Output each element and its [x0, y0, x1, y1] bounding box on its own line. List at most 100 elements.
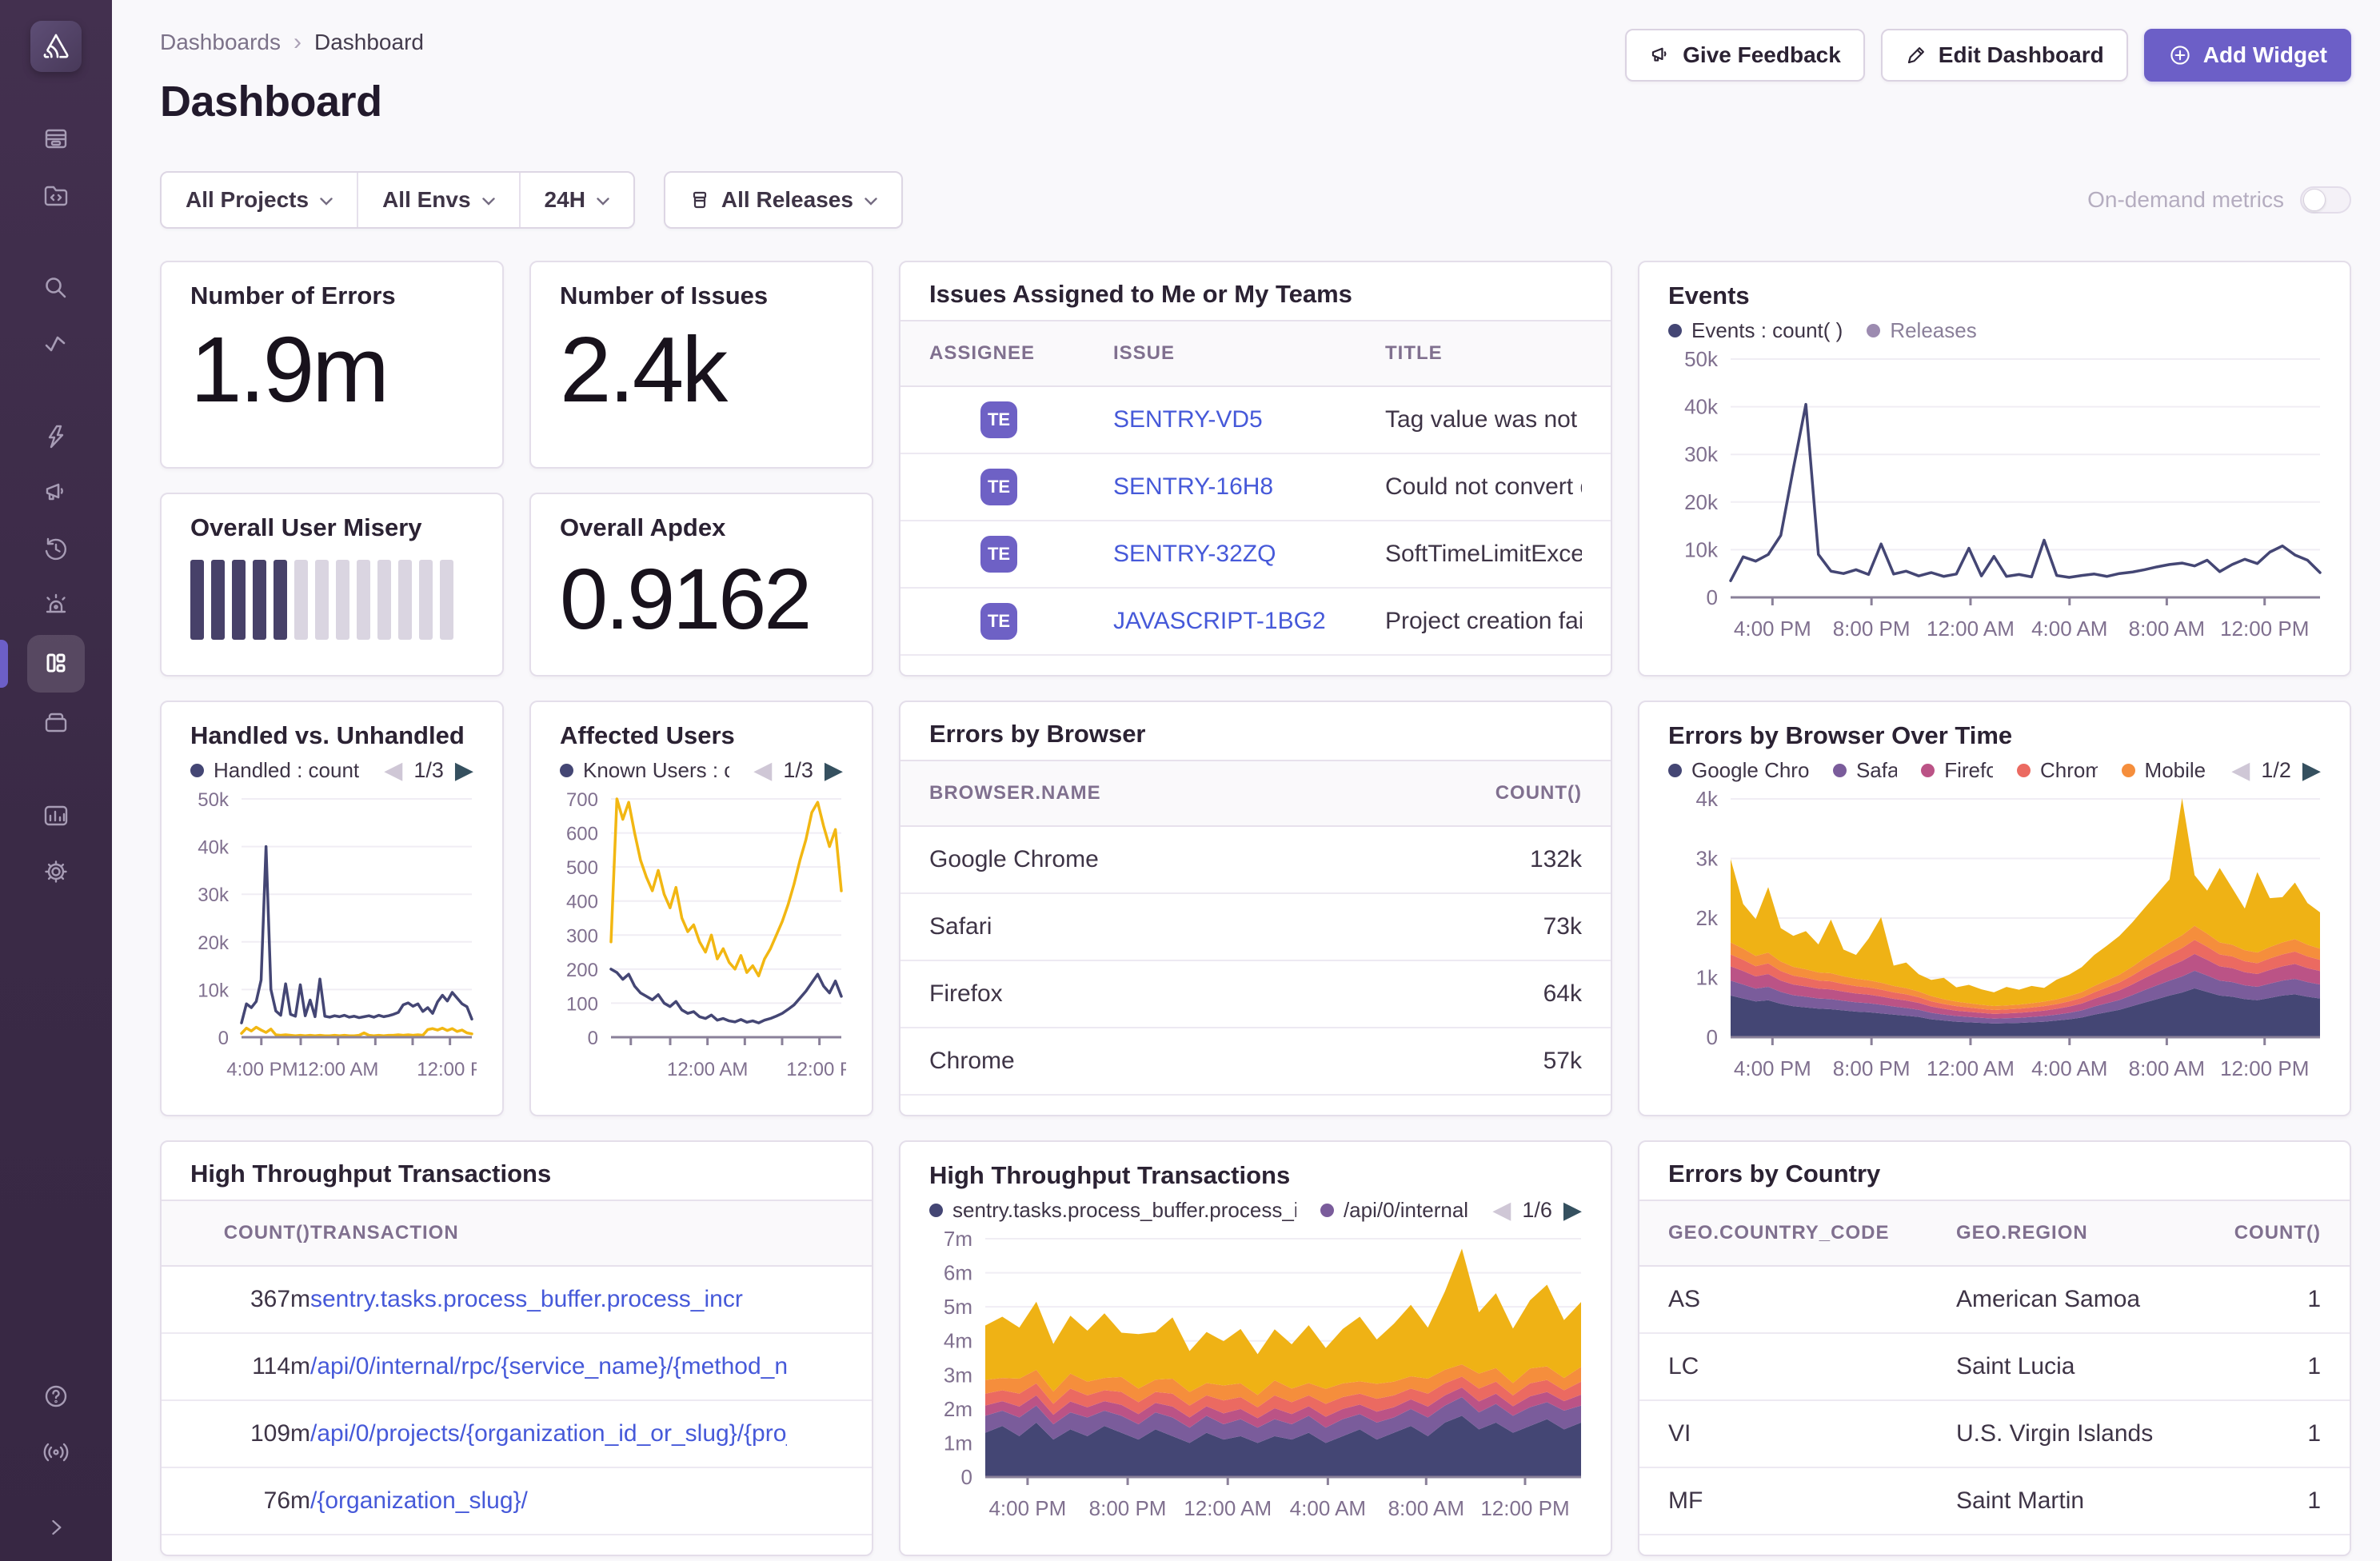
legend-next-arrow[interactable]: ▶ — [455, 758, 473, 783]
table-row[interactable]: Google Chrome 132k — [900, 827, 1611, 894]
edit-dashboard-button[interactable]: Edit Dashboard — [1880, 29, 2128, 82]
legend-prev-arrow[interactable]: ◀ — [1492, 1198, 1511, 1223]
widget-errors-by-country[interactable]: Errors by Country GEO.COUNTRY_CODE GEO.RE… — [1638, 1140, 2351, 1556]
widget-errors-by-browser[interactable]: Errors by Browser BROWSER.NAME COUNT() Goo… — [899, 701, 1612, 1116]
sidebar-item-issues[interactable] — [27, 114, 85, 165]
legend-item[interactable]: Google Chrome — [1668, 758, 1809, 783]
table-row[interactable]: Mobile Safari33k — [900, 1096, 1611, 1115]
table-link[interactable]: SENTRY-16H8 — [1113, 473, 1273, 500]
legend-item[interactable]: Handled : count( ) — [190, 758, 360, 783]
on-demand-metrics-toggle[interactable] — [2300, 186, 2351, 214]
widget-apdex[interactable]: Overall Apdex 0.9162 — [529, 493, 873, 677]
legend-prev-arrow[interactable]: ◀ — [753, 758, 772, 783]
column-header[interactable]: COUNT() — [2193, 1222, 2321, 1244]
sidebar-item-performance[interactable] — [27, 318, 85, 369]
widget-issues-assigned[interactable]: Issues Assigned to Me or My Teams ASSIGN… — [899, 261, 1612, 677]
legend-prev-arrow[interactable]: ◀ — [384, 758, 402, 783]
lightning-icon — [48, 425, 64, 449]
table-link[interactable]: sentry.tasks.process_buffer.process_incr — [310, 1286, 743, 1312]
legend-item[interactable]: Known Users : cour — [560, 758, 729, 783]
widget-high-throughput-table[interactable]: High Throughput Transactions COUNT() TRAN… — [160, 1140, 873, 1556]
widget-handled-vs-unhandled[interactable]: Handled vs. Unhandled Handled : count( )… — [160, 701, 504, 1116]
column-header[interactable]: GEO.REGION — [1956, 1222, 2193, 1244]
release-filter[interactable]: All Releases — [663, 171, 903, 229]
legend-item[interactable]: /api/0/internal/r — [1320, 1198, 1468, 1223]
widget-events[interactable]: Events Events : count( ) Releases 0 10k 20k… — [1638, 261, 2351, 677]
column-header[interactable]: BROWSER.NAME — [929, 782, 1422, 804]
sidebar-item-dashboards[interactable] — [0, 635, 85, 693]
sidebar-item-broadcasts[interactable] — [27, 1427, 85, 1478]
table-row[interactable]: 76m/{organization_slug}/ — [162, 1468, 872, 1535]
sentry-logo[interactable] — [30, 21, 82, 72]
sidebar-item-feedback[interactable] — [27, 467, 85, 518]
table-row[interactable]: MF Saint Martin 1 — [1639, 1468, 2350, 1535]
legend-prev-arrow[interactable]: ◀ — [2231, 758, 2250, 783]
table-row[interactable]: TE SENTRY-16H8 Could not convert query — [900, 454, 1611, 521]
widget-errors-by-browser-over-time[interactable]: Errors by Browser Over Time Google Chrom… — [1638, 701, 2351, 1116]
breadcrumb-dashboards[interactable]: Dashboards — [160, 30, 281, 55]
table-row[interactable]: Firefox 64k — [900, 961, 1611, 1028]
assignee-avatar[interactable]: TE — [980, 536, 1017, 573]
sidebar-item-releases[interactable] — [27, 697, 85, 749]
column-header[interactable]: ASSIGNEE — [929, 342, 1113, 365]
sidebar-item-projects[interactable] — [27, 170, 85, 221]
table-row[interactable]: Safari 73k — [900, 894, 1611, 961]
table-link[interactable]: SENTRY-VD5 — [1113, 406, 1263, 433]
table-row[interactable]: TE SENTRY-32ZQ SoftTimeLimitExceeded — [900, 521, 1611, 589]
table-row[interactable]: 109m/api/0/projects/{organization_id_or_… — [162, 1401, 872, 1468]
legend-next-arrow[interactable]: ▶ — [2302, 758, 2321, 783]
assignee-avatar[interactable]: TE — [980, 469, 1017, 505]
table-link[interactable]: /api/0/internal/rpc/{service_name}/{meth… — [310, 1353, 787, 1379]
column-header[interactable]: TITLE — [1385, 342, 1582, 365]
table-row[interactable]: LC Saint Lucia 1 — [1639, 1334, 2350, 1401]
table-link[interactable]: SENTRY-32ZQ — [1113, 541, 1276, 567]
table-row[interactable]: TE JAVASCRIPT-1BG2 Project creation failed — [900, 589, 1611, 656]
assignee-avatar[interactable]: TE — [980, 401, 1017, 438]
widget-user-misery[interactable]: Overall User Misery — [160, 493, 504, 677]
environment-filter[interactable]: All Envs — [357, 173, 518, 227]
column-header[interactable]: GEO.COUNTRY_CODE — [1668, 1222, 1956, 1244]
legend-next-arrow[interactable]: ▶ — [1563, 1198, 1582, 1223]
sidebar-item-stats[interactable] — [27, 790, 85, 841]
widget-number-of-errors[interactable]: Number of Errors 1.9m — [160, 261, 504, 469]
sidebar-item-settings[interactable] — [27, 846, 85, 897]
column-header[interactable]: ISSUE — [1113, 342, 1385, 365]
add-widget-button[interactable]: Add Widget — [2143, 29, 2351, 82]
table-link[interactable]: JAVASCRIPT-1BG2 — [1113, 608, 1326, 634]
legend-item[interactable]: Firefox — [1921, 758, 1993, 783]
table-row[interactable]: AS American Samoa 1 — [1639, 1267, 2350, 1334]
widget-number-of-issues[interactable]: Number of Issues 2.4k — [529, 261, 873, 469]
sidebar-item-help[interactable] — [27, 1371, 85, 1422]
release-filter-label: All Releases — [721, 187, 853, 212]
table-link[interactable]: /api/0/projects/{organization_id_or_slug… — [310, 1420, 787, 1447]
table-row[interactable]: VI U.S. Virgin Islands 1 — [1639, 1401, 2350, 1468]
column-header[interactable]: TRANSACTION — [310, 1222, 787, 1244]
legend-item[interactable]: sentry.tasks.process_buffer.process_incr — [929, 1198, 1296, 1223]
sidebar-item-alerts[interactable] — [27, 579, 85, 630]
table-link[interactable]: /{organization_slug}/ — [310, 1487, 528, 1514]
project-filter[interactable]: All Projects — [162, 173, 357, 227]
widget-affected-users[interactable]: Affected Users Known Users : cour ◀ 1/3 ▶ 0… — [529, 701, 873, 1116]
give-feedback-button[interactable]: Give Feedback — [1625, 29, 1865, 82]
column-header[interactable]: COUNT() — [1422, 782, 1582, 804]
legend-item[interactable]: Events : count( ) — [1668, 318, 1843, 343]
table-row[interactable]: Chrome 57k — [900, 1028, 1611, 1096]
table-row[interactable]: TE SENTRY-VD5 Tag value was not a strin — [900, 387, 1611, 454]
sidebar-collapse[interactable] — [27, 1502, 85, 1553]
table-cell: Could not convert query — [1385, 473, 1582, 500]
widget-high-throughput-chart[interactable]: High Throughput Transactions sentry.task… — [899, 1140, 1612, 1556]
date-range-filter[interactable]: 24H — [518, 173, 633, 227]
misery-bar — [398, 560, 412, 640]
column-header[interactable]: COUNT() — [190, 1222, 310, 1244]
sidebar-item-replays[interactable] — [27, 523, 85, 574]
legend-item[interactable]: Chrome — [2016, 758, 2098, 783]
sidebar-item-explore[interactable] — [27, 262, 85, 313]
table-row[interactable]: 114m/api/0/internal/rpc/{service_name}/{… — [162, 1334, 872, 1401]
assignee-avatar[interactable]: TE — [980, 603, 1017, 640]
sidebar-item-starred[interactable] — [27, 411, 85, 462]
legend-item[interactable]: Mobile S — [2121, 758, 2207, 783]
legend-item[interactable]: Releases — [1867, 318, 1977, 343]
legend-next-arrow[interactable]: ▶ — [825, 758, 843, 783]
legend-item[interactable]: Safari — [1832, 758, 1897, 783]
table-row[interactable]: 367m sentry.tasks.process_buffer.process_… — [162, 1267, 872, 1334]
